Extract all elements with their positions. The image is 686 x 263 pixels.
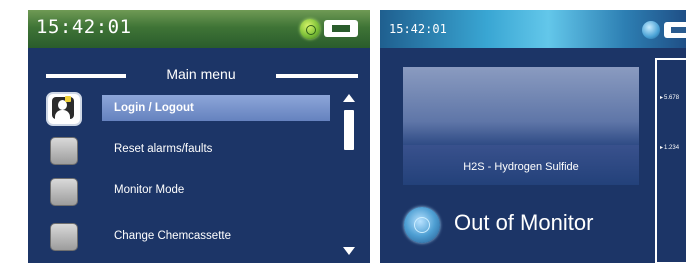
- scroll-thumb[interactable]: [344, 110, 354, 150]
- user-lock-icon: [46, 92, 82, 126]
- button-icon: [50, 178, 78, 206]
- menu-item-label: Login / Logout: [102, 95, 330, 121]
- clock: 15:42:01: [36, 16, 132, 38]
- menu-item-label: Change Chemcassette: [114, 230, 231, 242]
- heading-divider-left: [46, 74, 126, 78]
- menu-item-label: Reset alarms/faults: [114, 143, 213, 155]
- trend-tick-label: 1.234: [660, 144, 679, 151]
- monitor-status-text: Out of Monitor: [454, 210, 594, 235]
- status-bar: 15:42:01: [380, 10, 686, 48]
- status-indicator-icon: [300, 19, 320, 39]
- battery-icon: [324, 20, 358, 37]
- status-indicator-icon: [642, 21, 660, 39]
- main-menu-screen: 15:42:01 Main menu Login / Logout Reset …: [28, 10, 370, 263]
- scroll-down-icon[interactable]: [343, 247, 355, 255]
- menu-scrollbar[interactable]: [342, 88, 356, 261]
- button-icon: [50, 223, 78, 251]
- menu-item-label: Monitor Mode: [114, 184, 185, 196]
- button-icon: [50, 137, 78, 165]
- monitor-screen: 15:42:01 H2S - Hydrogen Sulfide 5.678 1.…: [380, 10, 686, 263]
- scroll-up-icon[interactable]: [343, 94, 355, 102]
- trend-tick-label: 5.678: [660, 94, 679, 101]
- menu-item-change-chemcassette[interactable]: Change Chemcassette: [28, 220, 338, 254]
- monitor-status-icon[interactable]: [404, 207, 440, 243]
- trend-graph: 5.678 1.234: [655, 58, 686, 263]
- gas-name: H2S - Hydrogen Sulfide: [463, 161, 579, 173]
- gas-reading-area: [403, 67, 639, 145]
- status-bar: 15:42:01: [28, 10, 370, 48]
- battery-icon: [664, 22, 686, 38]
- heading-divider-right: [276, 74, 358, 78]
- menu-item-login-logout[interactable]: Login / Logout: [28, 92, 338, 126]
- menu-item-reset-alarms[interactable]: Reset alarms/faults: [28, 134, 338, 168]
- menu-title: Main menu: [166, 66, 236, 82]
- clock: 15:42:01: [389, 22, 447, 36]
- menu-item-monitor-mode[interactable]: Monitor Mode: [28, 175, 338, 209]
- gas-panel[interactable]: H2S - Hydrogen Sulfide: [403, 67, 639, 185]
